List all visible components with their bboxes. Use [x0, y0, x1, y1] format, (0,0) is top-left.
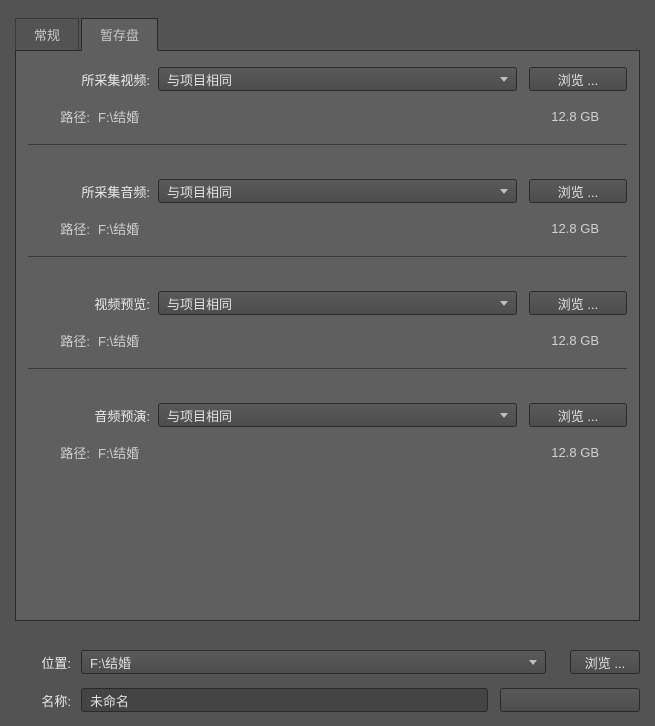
- chevron-down-icon: [500, 77, 508, 82]
- name-label: 名称:: [15, 691, 81, 710]
- spacer: [16, 480, 639, 620]
- label-video-preview: 视频预览:: [28, 294, 158, 313]
- path-size-video-preview: 12.8 GB: [551, 333, 627, 348]
- section-audio-preview: 音频预演: 与项目相同 浏览 ... 路径: F:\结婚 12.8 GB: [16, 387, 639, 480]
- dropdown-captured-audio-text: 与项目相同: [167, 182, 232, 201]
- bottom-area: 位置: F:\结婚 浏览 ... 名称:: [0, 634, 655, 712]
- path-label: 路径:: [28, 219, 98, 238]
- label-captured-video: 所采集视频:: [28, 70, 158, 89]
- location-dropdown[interactable]: F:\结婚: [81, 650, 546, 674]
- path-label: 路径:: [28, 107, 98, 126]
- label-audio-preview: 音频预演:: [28, 406, 158, 425]
- browse-label: 浏览 ...: [585, 653, 625, 672]
- dropdown-video-preview[interactable]: 与项目相同: [158, 291, 517, 315]
- path-row-captured-video: 路径: F:\结婚 12.8 GB: [16, 107, 639, 126]
- path-value-video-preview: F:\结婚: [98, 331, 551, 350]
- divider: [28, 256, 627, 257]
- browse-label: 浏览 ...: [558, 294, 598, 313]
- path-label: 路径:: [28, 443, 98, 462]
- path-value-audio-preview: F:\结婚: [98, 443, 551, 462]
- tab-general[interactable]: 常规: [15, 18, 79, 51]
- label-captured-audio: 所采集音频:: [28, 182, 158, 201]
- confirm-button[interactable]: [500, 688, 640, 712]
- path-size-audio-preview: 12.8 GB: [551, 445, 627, 460]
- chevron-down-icon: [529, 660, 537, 665]
- section-captured-audio: 所采集音频: 与项目相同 浏览 ... 路径: F:\结婚 12.8 GB: [16, 163, 639, 275]
- dropdown-video-preview-text: 与项目相同: [167, 294, 232, 313]
- browse-button-captured-audio[interactable]: 浏览 ...: [529, 179, 627, 203]
- browse-button-audio-preview[interactable]: 浏览 ...: [529, 403, 627, 427]
- location-row: 位置: F:\结婚 浏览 ...: [15, 650, 640, 674]
- row-audio-preview: 音频预演: 与项目相同 浏览 ...: [16, 403, 639, 427]
- tab-general-label: 常规: [34, 28, 60, 43]
- path-row-captured-audio: 路径: F:\结婚 12.8 GB: [16, 219, 639, 238]
- chevron-down-icon: [500, 413, 508, 418]
- path-row-audio-preview: 路径: F:\结婚 12.8 GB: [16, 443, 639, 462]
- browse-label: 浏览 ...: [558, 70, 598, 89]
- path-value-captured-video: F:\结婚: [98, 107, 551, 126]
- browse-button-captured-video[interactable]: 浏览 ...: [529, 67, 627, 91]
- tab-scratch-disks[interactable]: 暂存盘: [81, 18, 158, 51]
- location-label: 位置:: [15, 653, 81, 672]
- dropdown-captured-audio[interactable]: 与项目相同: [158, 179, 517, 203]
- dropdown-audio-preview[interactable]: 与项目相同: [158, 403, 517, 427]
- dropdown-captured-video[interactable]: 与项目相同: [158, 67, 517, 91]
- browse-button-video-preview[interactable]: 浏览 ...: [529, 291, 627, 315]
- scratch-panel: 所采集视频: 与项目相同 浏览 ... 路径: F:\结婚 12.8 GB 所采…: [15, 50, 640, 621]
- location-dropdown-text: F:\结婚: [90, 653, 131, 672]
- main-container: 常规 暂存盘 所采集视频: 与项目相同 浏览 ... 路径: F:\结婚 12.…: [0, 18, 655, 712]
- location-browse-button[interactable]: 浏览 ...: [570, 650, 640, 674]
- name-input[interactable]: [81, 688, 488, 712]
- path-size-captured-audio: 12.8 GB: [551, 221, 627, 236]
- dropdown-captured-video-text: 与项目相同: [167, 70, 232, 89]
- row-captured-video: 所采集视频: 与项目相同 浏览 ...: [16, 67, 639, 91]
- tabs-bar: 常规 暂存盘: [15, 18, 655, 51]
- section-video-preview: 视频预览: 与项目相同 浏览 ... 路径: F:\结婚 12.8 GB: [16, 275, 639, 387]
- path-label: 路径:: [28, 331, 98, 350]
- divider: [28, 144, 627, 145]
- path-row-video-preview: 路径: F:\结婚 12.8 GB: [16, 331, 639, 350]
- divider: [28, 368, 627, 369]
- browse-label: 浏览 ...: [558, 182, 598, 201]
- browse-label: 浏览 ...: [558, 406, 598, 425]
- path-size-captured-video: 12.8 GB: [551, 109, 627, 124]
- section-captured-video: 所采集视频: 与项目相同 浏览 ... 路径: F:\结婚 12.8 GB: [16, 51, 639, 163]
- name-row: 名称:: [15, 688, 640, 712]
- path-value-captured-audio: F:\结婚: [98, 219, 551, 238]
- dropdown-audio-preview-text: 与项目相同: [167, 406, 232, 425]
- row-video-preview: 视频预览: 与项目相同 浏览 ...: [16, 291, 639, 315]
- chevron-down-icon: [500, 301, 508, 306]
- row-captured-audio: 所采集音频: 与项目相同 浏览 ...: [16, 179, 639, 203]
- chevron-down-icon: [500, 189, 508, 194]
- tab-scratch-label: 暂存盘: [100, 28, 139, 43]
